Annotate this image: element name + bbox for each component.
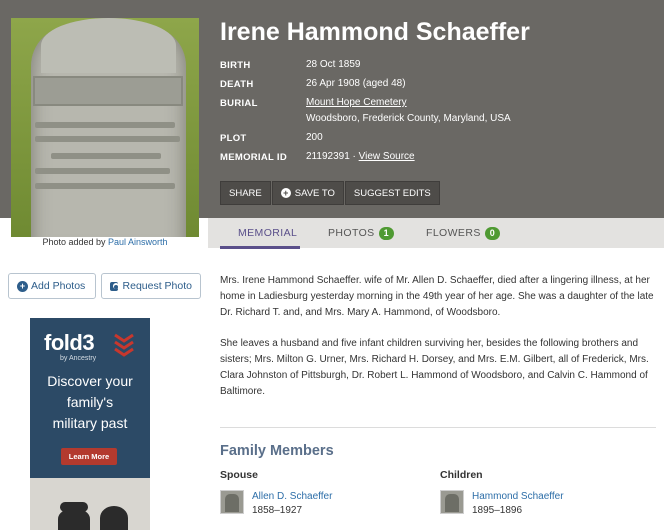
add-photos-label: Add Photos	[31, 280, 86, 292]
child-name-link[interactable]: Hammond Schaeffer	[472, 491, 564, 502]
memorial-header: Irene Hammond Schaeffer BIRTH 28 Oct 185…	[0, 0, 664, 237]
fold3-advertisement[interactable]: fold3 by Ancestry Discover your family's…	[30, 318, 150, 530]
headstone-engraving	[33, 76, 183, 106]
add-circle-icon: +	[17, 280, 28, 292]
death-label: DEATH	[220, 79, 254, 90]
request-photo-label: Request Photo	[122, 280, 192, 292]
fold3-chevron-icon	[114, 333, 134, 357]
tab-flowers[interactable]: FLOWERS 0	[426, 218, 501, 248]
request-photo-button[interactable]: Request Photo	[101, 273, 201, 299]
headstone-photo[interactable]	[11, 18, 199, 237]
memorial-id-value: 21192391 · View Source	[306, 151, 415, 162]
photo-contributor-link[interactable]: Paul Ainsworth	[108, 237, 168, 247]
spouse-name-link[interactable]: Allen D. Schaeffer	[252, 491, 332, 502]
share-button[interactable]: SHARE	[220, 181, 271, 205]
save-to-label: SAVE TO	[294, 187, 335, 199]
plot-value: 200	[306, 132, 323, 143]
memorial-id-number: 21192391 ·	[306, 151, 359, 162]
spouse-label: Spouse	[220, 469, 258, 481]
child-thumbnail[interactable]	[440, 490, 464, 514]
memorial-page: Irene Hammond Schaeffer BIRTH 28 Oct 185…	[0, 0, 664, 530]
death-value: 26 Apr 1908 (aged 48)	[306, 78, 406, 89]
photo-credit-prefix: Photo added by	[42, 237, 108, 247]
burial-cemetery-link[interactable]: Mount Hope Cemetery	[306, 97, 407, 108]
spouse-dates: 1858–1927	[252, 505, 303, 516]
memorial-actions: SHARE + SAVE TO SUGGEST EDITS	[220, 181, 440, 205]
ad-headline: Discover your family's military past	[30, 371, 150, 434]
birth-label: BIRTH	[220, 60, 251, 71]
tab-photos-label: PHOTOS	[328, 227, 375, 239]
tab-memorial[interactable]: MEMORIAL	[238, 218, 297, 248]
memorial-id-label: MEMORIAL ID	[220, 152, 287, 163]
burial-location: Woodsboro, Frederick County, Maryland, U…	[306, 113, 511, 124]
camera-icon	[110, 281, 119, 291]
spouse-thumbnail[interactable]	[220, 490, 244, 514]
save-to-button[interactable]: + SAVE TO	[271, 181, 344, 205]
active-tab-indicator	[220, 246, 300, 249]
family-members-title: Family Members	[220, 443, 334, 459]
ad-line-3: military past	[52, 415, 128, 431]
memorial-tabs: MEMORIAL PHOTOS 1 FLOWERS 0	[208, 218, 664, 249]
section-divider	[220, 427, 656, 428]
bio-paragraph-1: Mrs. Irene Hammond Schaeffer. wife of Mr…	[220, 275, 654, 318]
ad-photo	[30, 478, 150, 530]
tab-flowers-label: FLOWERS	[426, 227, 481, 239]
photo-credit: Photo added by Paul Ainsworth	[11, 237, 199, 247]
tab-photos[interactable]: PHOTOS 1	[328, 218, 394, 248]
plus-circle-icon: +	[280, 188, 291, 198]
photos-count-badge: 1	[378, 226, 394, 240]
ad-subtitle: by Ancestry	[60, 355, 97, 362]
add-photos-button[interactable]: + Add Photos	[8, 273, 96, 299]
children-label: Children	[440, 469, 483, 481]
suggest-edits-button[interactable]: SUGGEST EDITS	[344, 181, 440, 205]
view-source-link[interactable]: View Source	[359, 151, 415, 162]
plot-label: PLOT	[220, 133, 247, 144]
ad-learn-more-button[interactable]: Learn More	[61, 448, 117, 465]
burial-label: BURIAL	[220, 98, 258, 109]
flowers-count-badge: 0	[484, 226, 501, 240]
bio-paragraph-2: She leaves a husband and five infant chi…	[220, 338, 649, 397]
fold3-logo: fold3	[44, 330, 95, 355]
ad-line-2: family's	[66, 394, 114, 410]
memorial-name: Irene Hammond Schaeffer	[220, 18, 530, 46]
birth-value: 28 Oct 1859	[306, 59, 361, 70]
child-dates: 1895–1896	[472, 505, 523, 516]
ad-line-1: Discover your	[47, 373, 133, 389]
